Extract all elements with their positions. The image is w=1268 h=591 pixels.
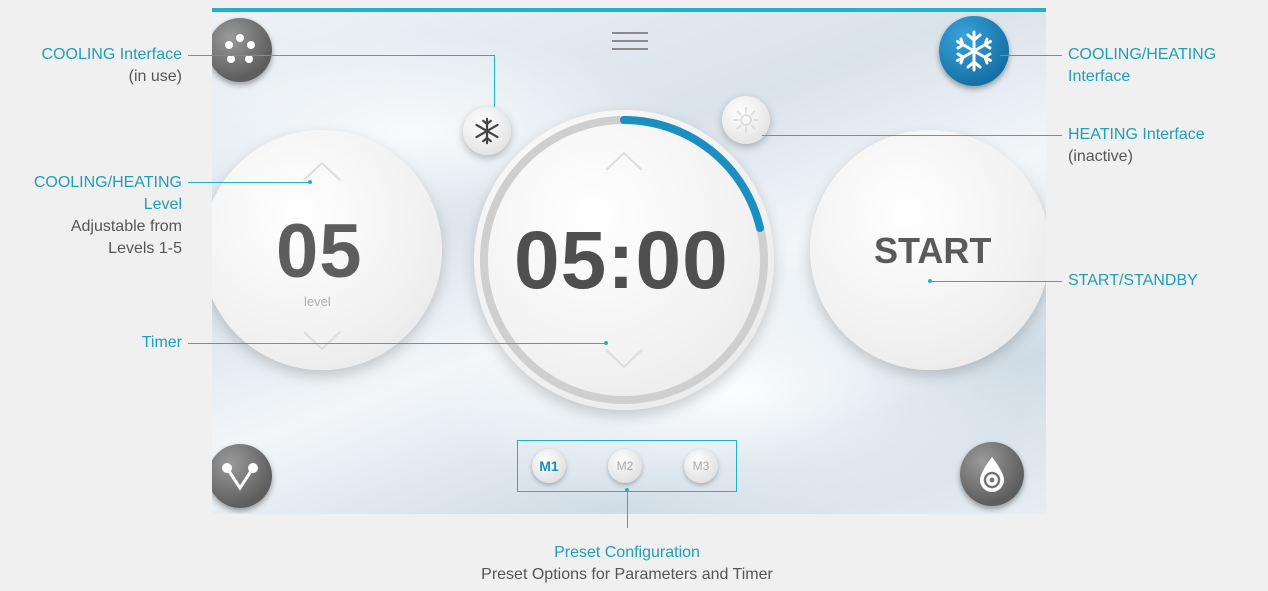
- snowflake-icon: [956, 30, 992, 72]
- timer-value: 05:00: [514, 215, 729, 306]
- annotation-title: COOLING Interface: [41, 46, 183, 63]
- annotation-line: [188, 55, 494, 56]
- droplet-icon: [980, 457, 1004, 492]
- annotation-line: [930, 281, 1062, 282]
- annotation-sub: Preset Options for Parameters and Timer: [481, 566, 773, 583]
- annotation-dot: [928, 279, 932, 283]
- annotation-line: [627, 490, 628, 528]
- annotation-title: START/STANDBY: [1068, 272, 1198, 289]
- cooling-heating-button[interactable]: [939, 16, 1009, 86]
- chevron-up-icon[interactable]: [604, 150, 644, 172]
- annotation-line: [188, 343, 606, 344]
- menu-icon-bar: [612, 40, 648, 42]
- annotation-title: Interface: [1068, 68, 1131, 85]
- chevron-up-icon[interactable]: [302, 160, 342, 182]
- vector-icon: [222, 463, 258, 491]
- device-screen: 05 level 05:00 START M1 M2 M3: [212, 8, 1046, 514]
- annotation-dot: [604, 341, 608, 345]
- annotation-line: [188, 182, 310, 183]
- level-control: 05 level: [212, 130, 442, 370]
- timer-annotation: Timer: [0, 332, 182, 354]
- droplet-button[interactable]: [960, 442, 1024, 506]
- preset-m2-button[interactable]: M2: [608, 449, 642, 483]
- timer-control: 05:00: [474, 110, 774, 410]
- menu-icon-bar: [612, 48, 648, 50]
- annotation-sub: (inactive): [1068, 148, 1133, 165]
- annotation-title: HEATING Interface: [1068, 126, 1205, 143]
- annotation-title: COOLING/HEATING: [1068, 46, 1217, 63]
- cooling-heating-level-annotation: COOLING/HEATING Level Adjustable from Le…: [0, 172, 182, 260]
- start-button[interactable]: START: [810, 130, 1046, 370]
- dots-icon: [225, 34, 255, 63]
- annotation-line: [762, 135, 1062, 136]
- menu-icon: [612, 32, 648, 34]
- cooling-heating-interface-annotation: COOLING/HEATING Interface: [1068, 44, 1268, 88]
- annotation-line: [1000, 55, 1062, 56]
- annotation-dot: [625, 488, 629, 492]
- annotation-line: [494, 55, 495, 107]
- annotation-sub: Adjustable from: [70, 218, 182, 235]
- heating-interface-annotation: HEATING Interface (inactive): [1068, 124, 1268, 168]
- chevron-down-icon[interactable]: [604, 348, 644, 370]
- cooling-interface-annotation: COOLING Interface (in use): [0, 44, 183, 88]
- timer-progress-arc: [620, 116, 764, 232]
- annotation-dot: [308, 180, 312, 184]
- menu-button[interactable]: [612, 26, 648, 56]
- annotation-title: Level: [143, 196, 182, 213]
- preset-configuration-annotation: Preset Configuration Preset Options for …: [427, 542, 827, 586]
- annotation-title: Timer: [141, 334, 182, 351]
- level-label: level: [304, 294, 331, 309]
- level-value: 05: [276, 209, 363, 294]
- annotation-title: COOLING/HEATING: [33, 174, 182, 191]
- dots-button[interactable]: [212, 18, 272, 82]
- preset-m1-button[interactable]: M1: [532, 449, 566, 483]
- annotation-sub: (in use): [128, 68, 182, 85]
- annotation-sub: Levels 1-5: [108, 240, 182, 257]
- vector-button[interactable]: [212, 444, 272, 508]
- preset-m3-button[interactable]: M3: [684, 449, 718, 483]
- annotation-title: Preset Configuration: [554, 544, 700, 561]
- chevron-down-icon[interactable]: [302, 330, 342, 352]
- start-standby-annotation: START/STANDBY: [1068, 270, 1268, 292]
- start-label: START: [874, 230, 992, 271]
